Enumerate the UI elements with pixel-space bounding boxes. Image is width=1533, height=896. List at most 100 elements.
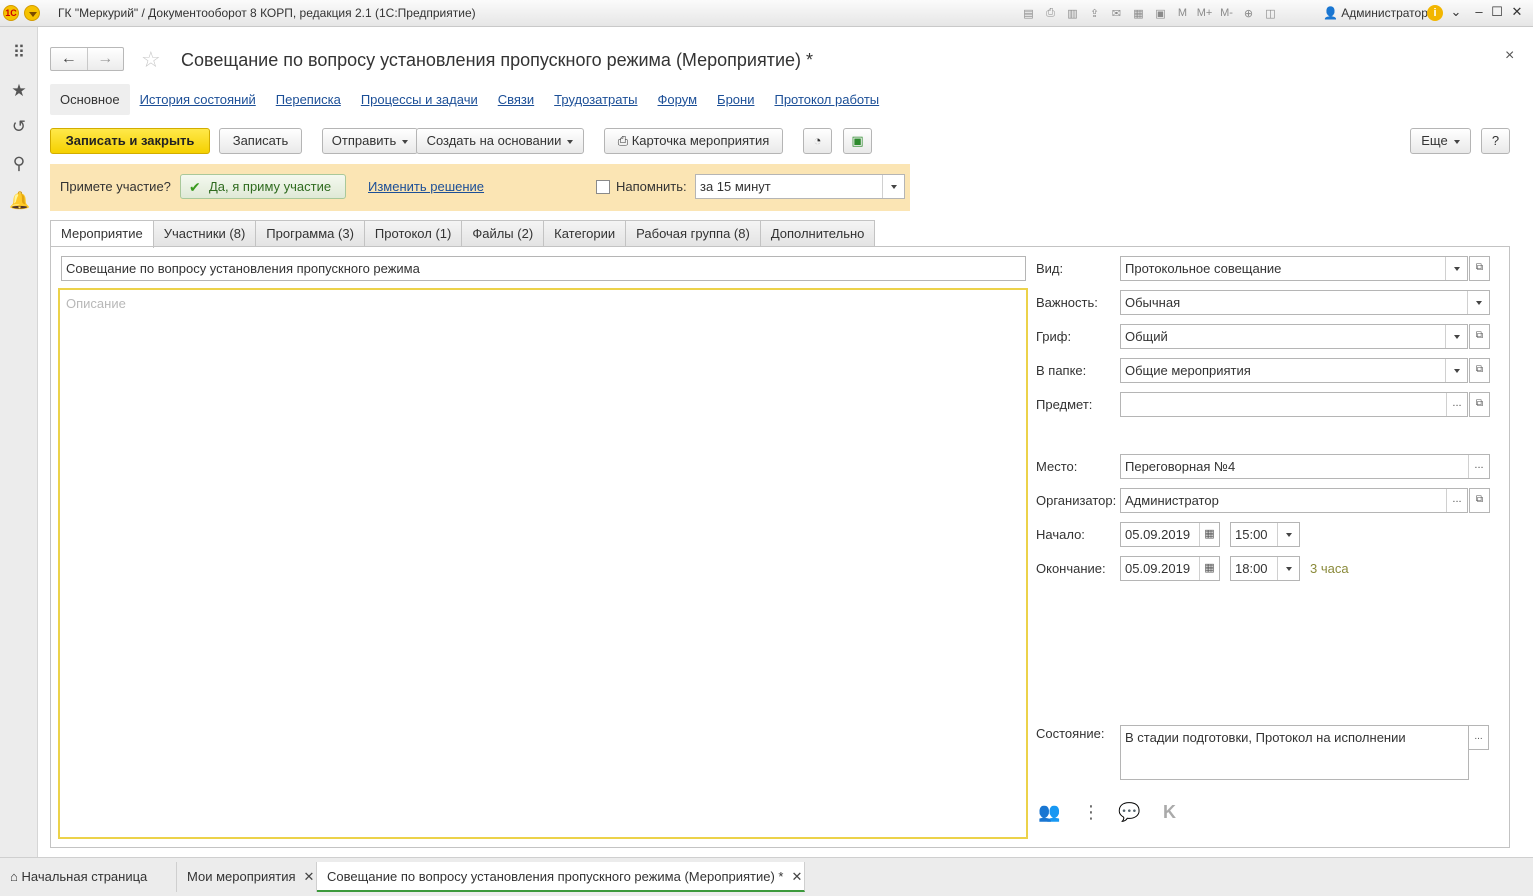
section-tab-bookings[interactable]: Брони: [717, 92, 754, 107]
tab-additional[interactable]: Дополнительно: [759, 220, 876, 247]
calendar-icon[interactable]: ▣: [1152, 5, 1169, 21]
chat-bubbles-icon[interactable]: 💬: [1118, 802, 1140, 823]
section-tab-main[interactable]: Основное: [50, 83, 130, 115]
select-ellipsis-icon[interactable]: ...: [1446, 393, 1467, 416]
change-decision-link[interactable]: Изменить решение: [368, 179, 484, 194]
zoom-icon[interactable]: ⊕: [1240, 5, 1257, 21]
calendar-icon[interactable]: ▦: [1199, 523, 1219, 546]
dropdown-arrow-icon[interactable]: [1277, 523, 1299, 546]
dropdown-arrow-icon[interactable]: [1445, 257, 1467, 280]
section-tab-forum[interactable]: Форум: [658, 92, 698, 107]
panels-icon[interactable]: ◫: [1262, 5, 1279, 21]
clock-icon[interactable]: ◔: [803, 128, 832, 154]
tab-work-group[interactable]: Рабочая группа (8): [625, 220, 761, 247]
dropdown-arrow-icon[interactable]: [1445, 325, 1467, 348]
bottom-tab-home[interactable]: ⌂ Начальная страница: [0, 862, 177, 892]
favorites-star-icon[interactable]: ★: [9, 81, 29, 101]
open-grif-icon[interactable]: ⧉: [1469, 324, 1490, 349]
tab-participants[interactable]: Участники (8): [152, 220, 257, 247]
save-and-close-button[interactable]: Записать и закрыть: [50, 128, 210, 154]
mail-icon[interactable]: ✉: [1108, 5, 1125, 21]
section-tab-links[interactable]: Связи: [498, 92, 534, 107]
state-textarea[interactable]: В стадии подготовки, Протокол на исполне…: [1120, 725, 1469, 780]
folder-select[interactable]: Общие мероприятия: [1120, 358, 1468, 383]
memory-m-plus-label[interactable]: M+: [1196, 5, 1213, 21]
calculator-icon[interactable]: ▦: [1130, 5, 1147, 21]
back-arrow-icon[interactable]: ←: [51, 48, 87, 70]
tab-protocol[interactable]: Протокол (1): [363, 220, 463, 247]
participants-icon[interactable]: 👥: [1038, 802, 1060, 823]
dropdown-arrow-icon[interactable]: [882, 175, 904, 198]
close-tab-icon[interactable]: ✕: [304, 869, 315, 884]
bottom-tab-current-event[interactable]: Совещание по вопросу установления пропус…: [317, 862, 805, 892]
open-vid-icon[interactable]: ⧉: [1469, 256, 1490, 281]
dropdown-arrow-icon[interactable]: [1467, 291, 1489, 314]
forward-arrow-icon[interactable]: →: [86, 48, 124, 70]
end-date-input[interactable]: 05.09.2019 ▦: [1120, 556, 1220, 581]
place-input[interactable]: Переговорная №4...: [1120, 454, 1490, 479]
apps-grid-icon[interactable]: ⠿: [9, 43, 29, 63]
importance-select[interactable]: Обычная: [1120, 290, 1490, 315]
notifications-bell-icon[interactable]: 🔔: [9, 191, 30, 211]
event-subject-input[interactable]: Совещание по вопросу установления пропус…: [61, 256, 1026, 281]
select-ellipsis-icon[interactable]: ...: [1468, 455, 1489, 478]
save-button[interactable]: Записать: [219, 128, 302, 154]
upload-icon[interactable]: ⇪: [1086, 5, 1103, 21]
subject-input[interactable]: ...: [1120, 392, 1468, 417]
open-subject-icon[interactable]: ⧉: [1469, 392, 1490, 417]
create-based-on-button[interactable]: Создать на основании: [416, 128, 584, 154]
dropdown-arrow-icon[interactable]: [1445, 359, 1467, 382]
app-logo-icon[interactable]: 1С: [3, 5, 19, 21]
minimize-icon[interactable]: –: [1470, 4, 1488, 19]
send-button[interactable]: Отправить: [322, 128, 418, 154]
calendar-icon[interactable]: ▦: [1199, 557, 1219, 580]
tab-categories[interactable]: Категории: [543, 220, 627, 247]
preview-icon[interactable]: ▥: [1064, 5, 1081, 21]
history-icon[interactable]: ↺: [9, 117, 29, 137]
info-icon[interactable]: i: [1427, 5, 1443, 21]
maximize-icon[interactable]: ☐: [1488, 4, 1506, 20]
memory-m-label[interactable]: M: [1174, 5, 1191, 21]
remind-select[interactable]: за 15 минут: [695, 174, 905, 199]
event-card-button[interactable]: ⎙ Карточка мероприятия: [604, 128, 783, 154]
tab-files[interactable]: Файлы (2): [461, 220, 545, 247]
search-icon[interactable]: ⚲: [9, 154, 29, 174]
save-disk-icon[interactable]: ▤: [1020, 5, 1037, 21]
current-user[interactable]: 👤 Администратор: [1323, 6, 1428, 20]
dropdown-arrow-icon[interactable]: [1277, 557, 1299, 580]
end-time-input[interactable]: 18:00: [1230, 556, 1300, 581]
close-tab-icon[interactable]: ✕: [791, 869, 802, 884]
more-button[interactable]: Еще: [1410, 128, 1471, 154]
state-select-icon[interactable]: ...: [1468, 725, 1489, 750]
remind-checkbox[interactable]: [596, 180, 610, 194]
start-date-input[interactable]: 05.09.2019 ▦: [1120, 522, 1220, 547]
memory-m-minus-label[interactable]: M-: [1218, 5, 1235, 21]
help-button[interactable]: ?: [1481, 128, 1510, 154]
section-tab-correspondence[interactable]: Переписка: [276, 92, 341, 107]
bottom-tab-my-events[interactable]: Мои мероприятия ✕: [177, 862, 317, 892]
main-menu-icon[interactable]: [24, 5, 40, 21]
print-icon[interactable]: ⎙: [1042, 5, 1059, 21]
accept-participation-button[interactable]: ✔ Да, я приму участие: [180, 174, 346, 199]
window-menu-icon[interactable]: ⌄: [1447, 4, 1465, 20]
open-folder-icon[interactable]: ⧉: [1469, 358, 1490, 383]
start-time-input[interactable]: 15:00: [1230, 522, 1300, 547]
favorite-star-icon[interactable]: ☆: [141, 47, 161, 73]
grif-select[interactable]: Общий: [1120, 324, 1468, 349]
section-tab-state-history[interactable]: История состояний: [140, 92, 256, 107]
open-organizer-icon[interactable]: ⧉: [1469, 488, 1490, 513]
vid-select[interactable]: Протокольное совещание: [1120, 256, 1468, 281]
k-letter-icon[interactable]: K: [1163, 802, 1176, 823]
section-tab-labor[interactable]: Трудозатраты: [554, 92, 637, 107]
section-tab-work-log[interactable]: Протокол работы: [774, 92, 879, 107]
organizer-input[interactable]: Администратор...: [1120, 488, 1468, 513]
tab-program[interactable]: Программа (3): [255, 220, 365, 247]
structure-tree-icon[interactable]: ⋮: [1082, 802, 1100, 823]
form-close-icon[interactable]: ×: [1505, 47, 1514, 65]
window-close-icon[interactable]: ✕: [1508, 4, 1526, 20]
select-ellipsis-icon[interactable]: ...: [1446, 489, 1467, 512]
section-tab-processes[interactable]: Процессы и задачи: [361, 92, 478, 107]
tab-event[interactable]: Мероприятие: [50, 220, 154, 248]
add-calendar-icon[interactable]: ▣: [843, 128, 872, 154]
description-textarea[interactable]: Описание: [58, 288, 1028, 839]
